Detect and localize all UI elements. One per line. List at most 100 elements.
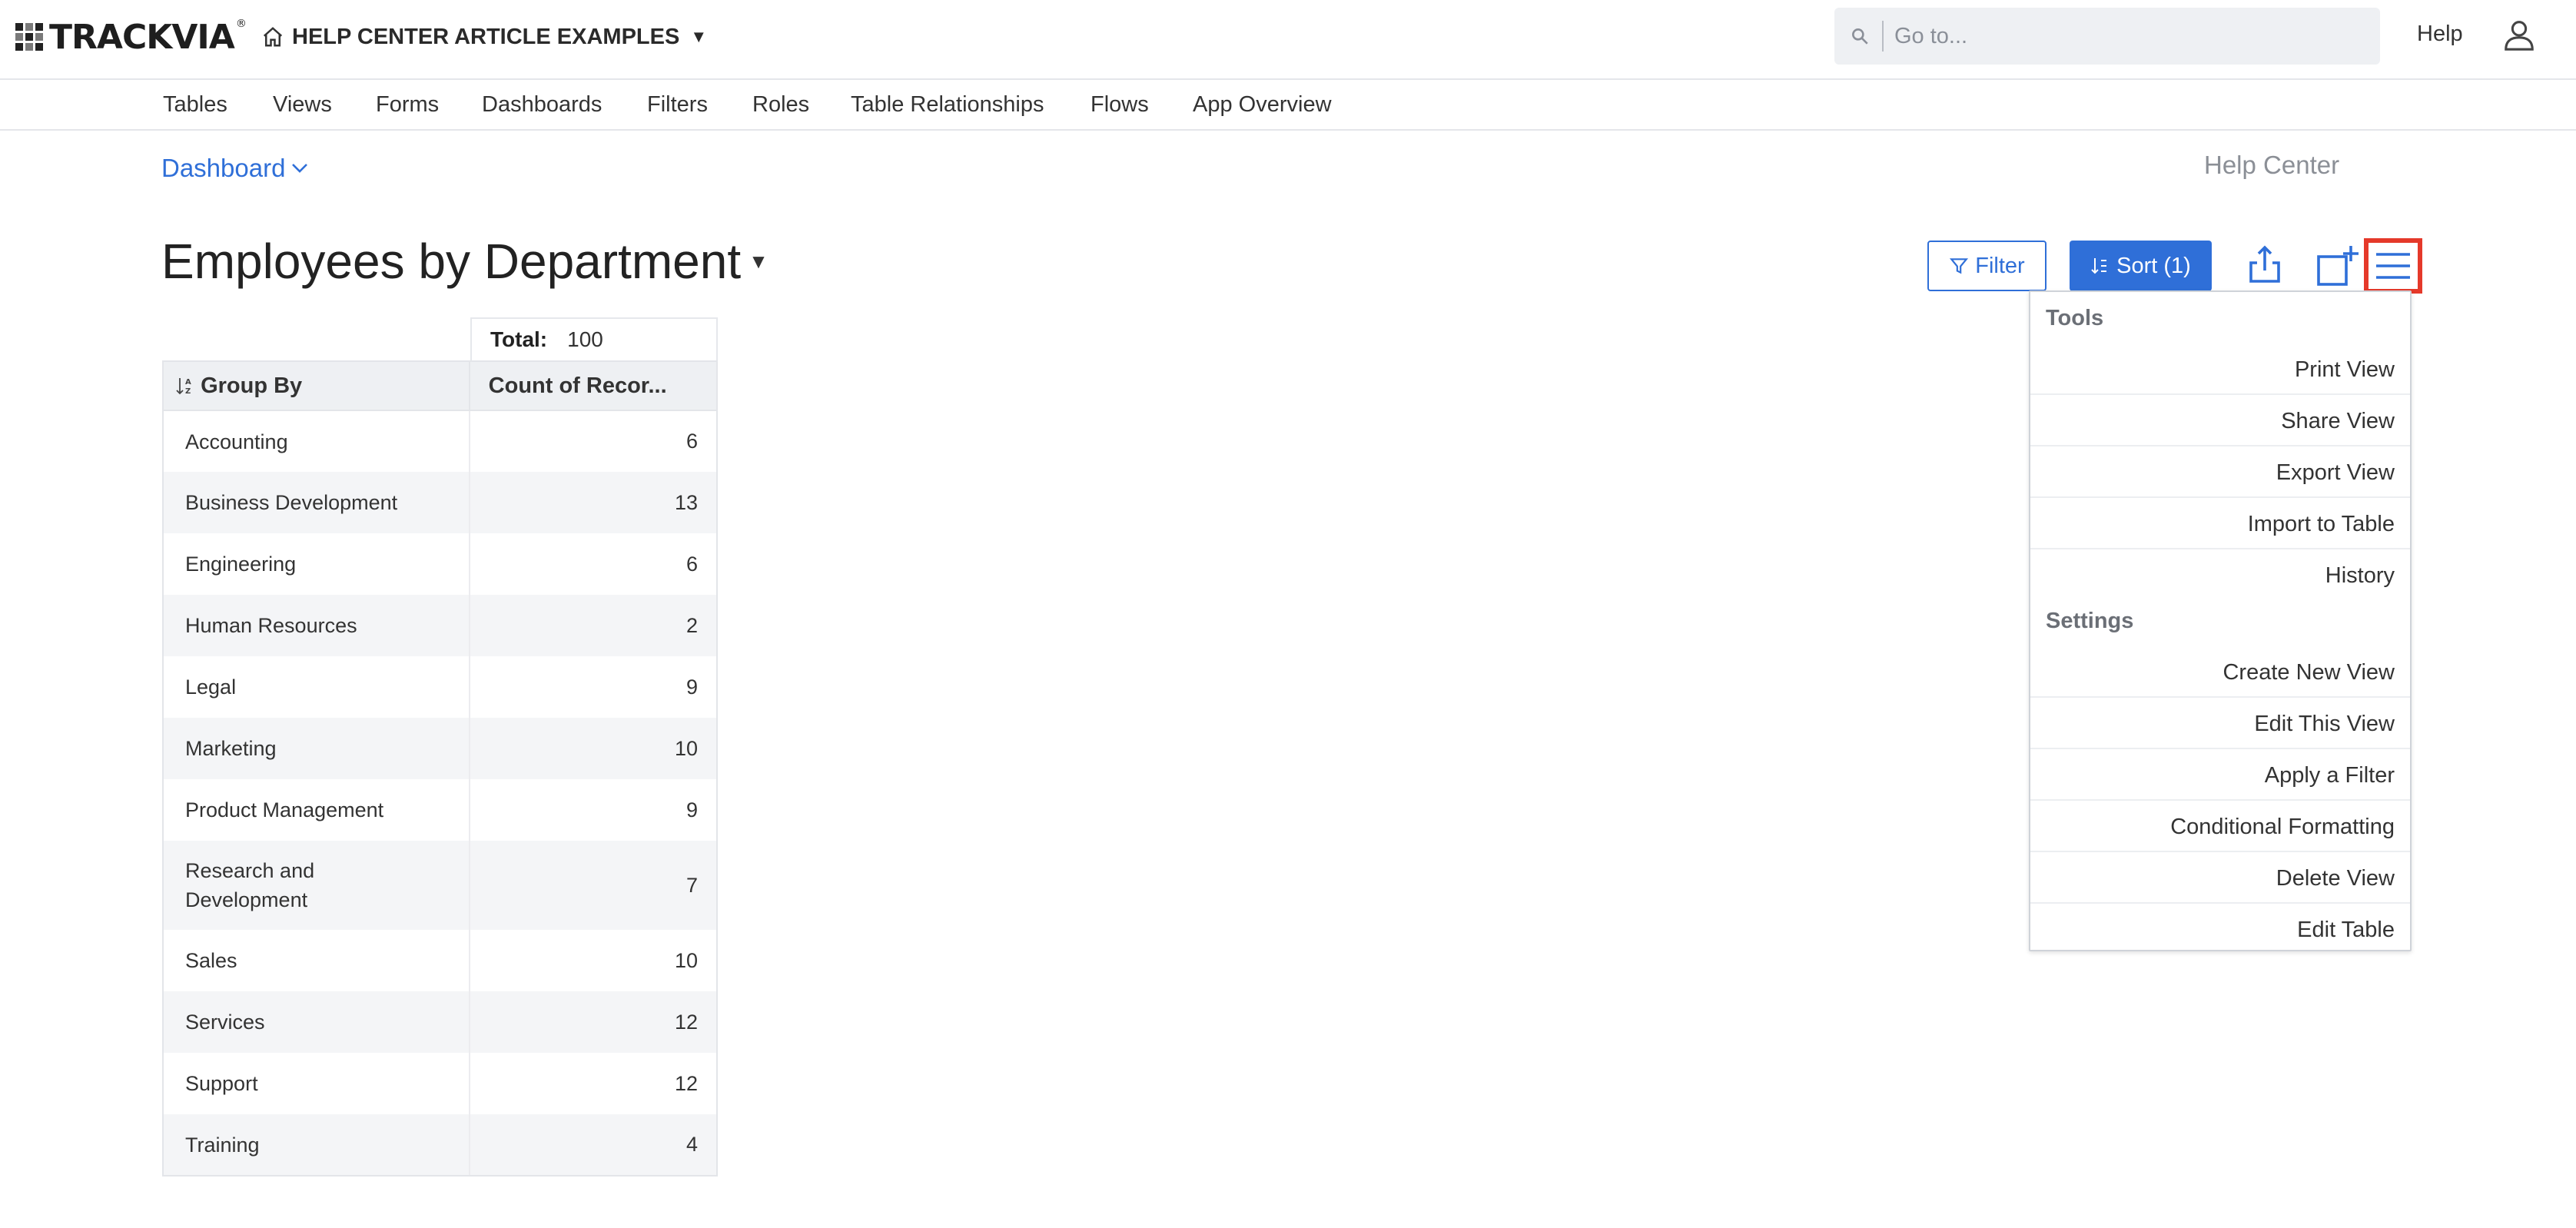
trackvia-logo[interactable]: TRACKVIA ® [15,18,247,57]
table-row[interactable]: Human Resources 2 [162,595,719,656]
menu-section-tools: Tools [2046,306,2104,330]
table-row[interactable]: Sales 10 [162,930,719,991]
row-group-name: Support [162,1053,470,1114]
row-count: 6 [468,410,719,472]
sort-label: Sort (1) [2116,253,2191,278]
row-group-name: Business Development [162,472,470,533]
menu-item-print-view[interactable]: Print View [2030,344,2410,395]
hamburger-menu-icon [2376,253,2410,279]
breadcrumb[interactable]: Dashboard [161,154,308,183]
add-view-icon[interactable] [2315,244,2359,287]
logo-text: TRACKVIA ® [49,17,247,57]
group-table: AZ Group By Count of Recor... Accounting… [162,360,719,1177]
menu-section-settings: Settings [2046,609,2134,633]
row-group-name: Marketing [162,718,470,779]
breadcrumb-dashboard: Dashboard [161,154,286,182]
help-center-link[interactable]: Help Center [2204,151,2339,180]
row-count: 2 [468,595,719,656]
app-switcher[interactable]: HELP CENTER ARTICLE EXAMPLES ▼ [261,22,707,52]
nav-item-dashboards[interactable]: Dashboards [482,92,602,118]
table-row[interactable]: Services 12 [162,991,719,1053]
total-value: 100 [567,327,603,351]
nav-item-app-overview[interactable]: App Overview [1193,92,1332,118]
row-count: 6 [468,533,719,595]
table-row[interactable]: Research and Development 7 [162,841,719,930]
row-count: 7 [468,841,719,930]
row-group-name: Engineering [162,533,470,595]
caret-down-icon: ▼ [690,27,708,46]
table-row[interactable]: Engineering 6 [162,533,719,595]
row-group-name: Research and Development [162,841,470,930]
table-row[interactable]: Business Development 13 [162,472,719,533]
app-title: HELP CENTER ARTICLE EXAMPLES [292,24,680,49]
filter-icon [1950,258,1969,274]
row-group-name: Product Management [162,779,470,841]
row-count: 4 [468,1114,719,1177]
row-group-name: Training [162,1114,470,1177]
row-group-name: Legal [162,656,470,718]
nav-item-roles[interactable]: Roles [752,92,809,118]
share-icon[interactable] [2246,244,2283,284]
row-count: 13 [468,472,719,533]
home-icon [263,27,283,47]
nav-item-flows[interactable]: Flows [1090,92,1149,118]
group-by-header[interactable]: AZ Group By [162,360,470,411]
user-icon[interactable] [2501,17,2537,52]
nav-item-table-relationships[interactable]: Table Relationships [851,92,1044,118]
row-count: 9 [468,656,719,718]
menu-item-edit-table[interactable]: Edit Table [2030,904,2410,955]
sort-button[interactable]: Sort (1) [2070,241,2212,291]
page-title[interactable]: Employees by Department ▼ [161,233,768,290]
menu-item-export-view[interactable]: Export View [2030,447,2410,498]
help-link[interactable]: Help [2417,22,2463,47]
total-summary: Total: 100 [470,317,718,360]
view-options-menu: Tools Print View Share View Export View … [2029,290,2412,951]
group-by-label: Group By [201,373,303,398]
search-divider [1882,21,1884,51]
filter-label: Filter [1975,253,2025,278]
search-icon [1852,28,1868,45]
table-row[interactable]: Product Management 9 [162,779,719,841]
row-group-name-text: Research and Development [185,859,315,911]
top-bar: TRACKVIA ® HELP CENTER ARTICLE EXAMPLES ▼… [0,0,2576,80]
svg-text:A: A [185,378,191,387]
sort-az-icon: AZ [176,377,191,396]
filter-button[interactable]: Filter [1927,241,2047,291]
count-header[interactable]: Count of Recor... [468,360,719,411]
table-row[interactable]: Legal 9 [162,656,719,718]
row-count: 10 [468,930,719,991]
main-nav: Tables Views Forms Dashboards Filters Ro… [0,80,2576,131]
row-group-name: Services [162,991,470,1053]
menu-item-history[interactable]: History [2030,550,2410,601]
row-count: 12 [468,1053,719,1114]
table-row[interactable]: Support 12 [162,1053,719,1114]
title-caret-icon: ▼ [749,249,768,273]
menu-item-delete-view[interactable]: Delete View [2030,853,2410,904]
table-row[interactable]: Accounting 6 [162,410,719,472]
nav-item-filters[interactable]: Filters [647,92,708,118]
nav-item-views[interactable]: Views [273,92,332,118]
hamburger-menu-button[interactable] [2364,238,2422,294]
nav-item-forms[interactable]: Forms [376,92,439,118]
table-row[interactable]: Training 4 [162,1114,719,1177]
row-count: 10 [468,718,719,779]
menu-item-share-view[interactable]: Share View [2030,396,2410,446]
nav-item-tables[interactable]: Tables [163,92,227,118]
svg-text:Z: Z [185,387,191,396]
sort-icon [2091,258,2107,274]
menu-item-conditional-formatting[interactable]: Conditional Formatting [2030,802,2410,852]
menu-item-edit-this-view[interactable]: Edit This View [2030,699,2410,749]
grid-logo-icon [15,23,43,51]
row-group-name: Accounting [162,410,470,472]
row-group-name: Sales [162,930,470,991]
search-box[interactable] [1834,8,2380,65]
table-row[interactable]: Marketing 10 [162,718,719,779]
row-count: 12 [468,991,719,1053]
menu-item-import-to-table[interactable]: Import to Table [2030,499,2410,549]
search-input[interactable] [1894,23,2355,49]
chevron-down-icon [292,164,308,173]
menu-item-create-new-view[interactable]: Create New View [2030,647,2410,698]
row-count: 9 [468,779,719,841]
total-label: Total: [490,327,548,351]
menu-item-apply-a-filter[interactable]: Apply a Filter [2030,750,2410,801]
